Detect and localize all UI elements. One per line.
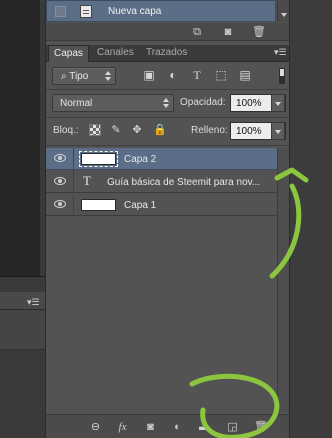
adjustment-filter-icon[interactable]: ◐ — [166, 68, 180, 82]
opacity-label: Opacidad: — [180, 97, 226, 108]
type-filter-icon[interactable]: T — [190, 68, 204, 82]
history-toolbar: ⧉ ◙ 🗑 — [46, 23, 289, 41]
left-divider — [0, 276, 45, 277]
tab-canales[interactable]: Canales — [92, 45, 139, 62]
history-scrollbar[interactable] — [277, 0, 289, 22]
visibility-separator — [73, 148, 74, 170]
smart-object-filter-icon[interactable]: ▤ — [238, 68, 252, 82]
text-layer-icon: T — [83, 173, 91, 188]
layer-name[interactable]: Capa 2 — [124, 154, 156, 165]
opacity-slider-button[interactable] — [271, 94, 285, 112]
layers-bottom-toolbar: ⊖ fx ◙ ◐ ▬ ◲ 🗑 — [46, 414, 289, 438]
visibility-separator — [73, 194, 74, 216]
layer-thumbnail — [81, 199, 116, 211]
updown-arrow-icon — [163, 98, 169, 108]
new-group-icon[interactable]: ▬ — [198, 421, 211, 434]
panel-menu-icon[interactable]: ▾☰ — [274, 47, 287, 58]
layers-scrollbar[interactable] — [277, 148, 289, 412]
new-document-from-state-icon[interactable]: ⧉ — [191, 26, 203, 38]
visibility-separator — [73, 171, 74, 193]
history-checkbox[interactable] — [55, 6, 66, 17]
eye-icon[interactable] — [54, 200, 66, 208]
left-panel-menu-icon[interactable]: ▾☰ — [27, 297, 40, 308]
lock-transparent-pixels-icon[interactable] — [89, 124, 101, 136]
layer-name[interactable]: Capa 1 — [124, 200, 156, 211]
tab-trazados[interactable]: Trazados — [141, 45, 192, 62]
fill-label: Relleno: — [191, 125, 228, 136]
left-panel-body — [0, 310, 45, 350]
lock-image-pixels-icon[interactable]: ✎ — [110, 124, 122, 136]
separator — [46, 117, 289, 118]
camera-snapshot-icon[interactable]: ◙ — [222, 26, 234, 38]
eye-icon[interactable] — [54, 177, 66, 185]
history-state-row[interactable]: Nueva capa — [46, 0, 276, 22]
layers-panel: Nueva capa ⧉ ◙ 🗑 Capas Canales Trazados … — [45, 0, 332, 438]
panel-tabs: Capas Canales Trazados ▾☰ — [46, 45, 289, 62]
layer-row[interactable]: Capa 1 — [46, 194, 277, 216]
link-layers-icon[interactable]: ⊖ — [89, 421, 102, 434]
layer-mask-icon[interactable]: ◙ — [144, 421, 157, 434]
lock-all-icon[interactable]: 🔒 — [153, 124, 167, 136]
lock-label: Bloq.: — [53, 125, 79, 136]
delete-layer-icon[interactable]: 🗑 — [254, 421, 268, 434]
blend-mode-value: Normal — [60, 98, 93, 109]
new-layer-icon[interactable]: ◲ — [226, 421, 239, 434]
image-filter-icon[interactable]: ▣ — [142, 68, 156, 82]
fill-slider-button[interactable] — [271, 122, 285, 140]
layer-row[interactable]: Capa 2 — [46, 148, 277, 170]
separator — [46, 145, 289, 146]
tab-capas[interactable]: Capas — [48, 45, 89, 62]
trash-icon[interactable]: 🗑 — [252, 26, 266, 38]
document-canvas-edge — [0, 0, 40, 276]
filter-kind-label: ⌕ Tipo — [61, 71, 89, 82]
blend-mode-select[interactable]: Normal — [52, 94, 174, 112]
eye-icon[interactable] — [54, 154, 66, 162]
layer-row[interactable]: T Guía básica de Steemit para nov... — [46, 171, 277, 193]
layer-name[interactable]: Guía básica de Steemit para nov... — [107, 177, 260, 188]
adjustment-layer-icon[interactable]: ◐ — [171, 421, 184, 434]
history-document-icon — [80, 5, 92, 18]
shape-filter-icon[interactable]: ⬚ — [214, 68, 228, 82]
updown-arrow-icon — [105, 71, 111, 81]
layer-style-icon[interactable]: fx — [116, 421, 129, 434]
document-area: ▾☰ — [0, 0, 45, 438]
separator — [46, 89, 289, 90]
layer-thumbnail — [79, 151, 118, 167]
lock-position-icon[interactable]: ✥ — [131, 124, 143, 136]
dock-strip — [289, 0, 332, 438]
filter-toggle[interactable] — [278, 67, 286, 85]
layer-filter-select[interactable]: ⌕ Tipo — [52, 67, 116, 85]
history-state-label: Nueva capa — [108, 6, 162, 17]
